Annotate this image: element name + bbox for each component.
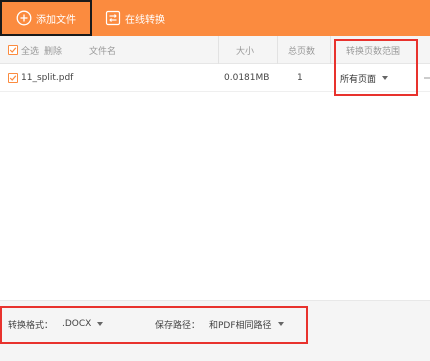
page-range-select[interactable]: 所有页面 [340, 64, 389, 92]
app-window: 添加文件 在线转换 全选 删除 文件名 大小 总页数 转换页数范围 11_spl… [0, 0, 430, 361]
column-header-page-range: 转换页数范围 [346, 46, 401, 57]
column-header-filename: 文件名 [89, 46, 117, 57]
table-row[interactable]: 11_split.pdf 0.0181MB 1 所有页面 [0, 64, 430, 92]
column-divider [277, 36, 278, 64]
chevron-down-icon [97, 322, 104, 326]
format-select[interactable]: .DOCX [62, 315, 104, 333]
row-select-toggle[interactable]: 11_split.pdf [8, 64, 73, 92]
toolbar: 添加文件 在线转换 [0, 0, 430, 36]
footer-settings: 转换格式： .DOCX 保存路径： 和PDF相同路径 [0, 300, 430, 361]
add-file-button[interactable]: 添加文件 [0, 0, 92, 36]
plus-circle-icon [16, 10, 32, 26]
add-file-label: 添加文件 [36, 14, 76, 26]
column-header-pages: 总页数 [288, 46, 316, 57]
convert-icon [105, 10, 121, 26]
scrollbar-handle[interactable] [424, 77, 430, 79]
select-all-checkbox[interactable] [8, 45, 18, 55]
save-path-value: 和PDF相同路径 [209, 320, 272, 331]
format-value: .DOCX [62, 319, 92, 329]
chevron-down-icon [277, 322, 284, 326]
online-convert-button[interactable]: 在线转换 [103, 0, 165, 36]
row-size: 0.0181MB [224, 73, 270, 83]
select-all-label: 全选 [21, 46, 40, 57]
page-range-value: 所有页面 [340, 74, 377, 85]
chevron-down-icon [382, 76, 389, 80]
row-filename: 11_split.pdf [21, 73, 74, 83]
table-header: 全选 删除 文件名 大小 总页数 转换页数范围 [0, 36, 430, 64]
delete-button[interactable]: 删除 [44, 36, 62, 64]
save-path-label: 保存路径： [155, 320, 201, 331]
save-path-select[interactable]: 和PDF相同路径 [209, 315, 284, 333]
format-label: 转换格式： [8, 320, 54, 331]
column-header-size: 大小 [236, 46, 255, 57]
row-pages: 1 [297, 73, 303, 83]
online-convert-label: 在线转换 [125, 14, 165, 26]
column-divider [330, 36, 331, 64]
column-divider [218, 36, 219, 64]
row-checkbox[interactable] [8, 73, 18, 83]
select-all-toggle[interactable]: 全选 [8, 36, 39, 64]
